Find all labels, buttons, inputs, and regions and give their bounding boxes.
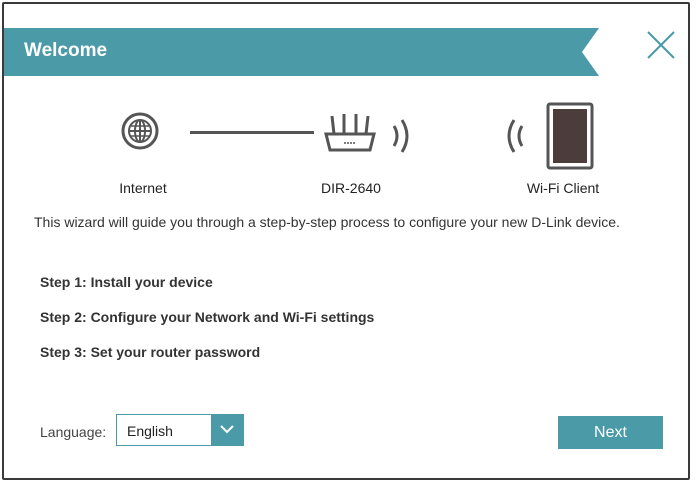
close-icon[interactable] (644, 28, 678, 62)
chevron-down-icon[interactable] (211, 415, 243, 445)
wifi-signal-icon (498, 116, 528, 161)
wifi-client-label: Wi-Fi Client (526, 180, 600, 196)
language-select[interactable]: English (116, 414, 244, 446)
connection-line (190, 131, 314, 134)
next-button[interactable]: Next (558, 416, 663, 449)
wifi-signal-icon (388, 116, 418, 161)
router-label: DIR-2640 (321, 180, 381, 196)
title-banner: Welcome (4, 28, 599, 76)
language-label: Language: (40, 424, 107, 440)
tablet-icon (546, 102, 594, 175)
intro-text: This wizard will guide you through a ste… (34, 214, 620, 230)
step-3: Step 3: Set your router password (40, 344, 261, 360)
internet-label: Internet (119, 180, 167, 196)
step-2: Step 2: Configure your Network and Wi-Fi… (40, 309, 375, 325)
dialog-title: Welcome (24, 40, 108, 61)
globe-icon (120, 111, 160, 156)
step-1: Step 1: Install your device (40, 274, 213, 290)
setup-wizard-dialog: Welcome Internet DIR-2640 Wi-Fi Client T… (2, 2, 690, 480)
router-icon (322, 112, 378, 159)
language-selected-value: English (127, 423, 173, 439)
